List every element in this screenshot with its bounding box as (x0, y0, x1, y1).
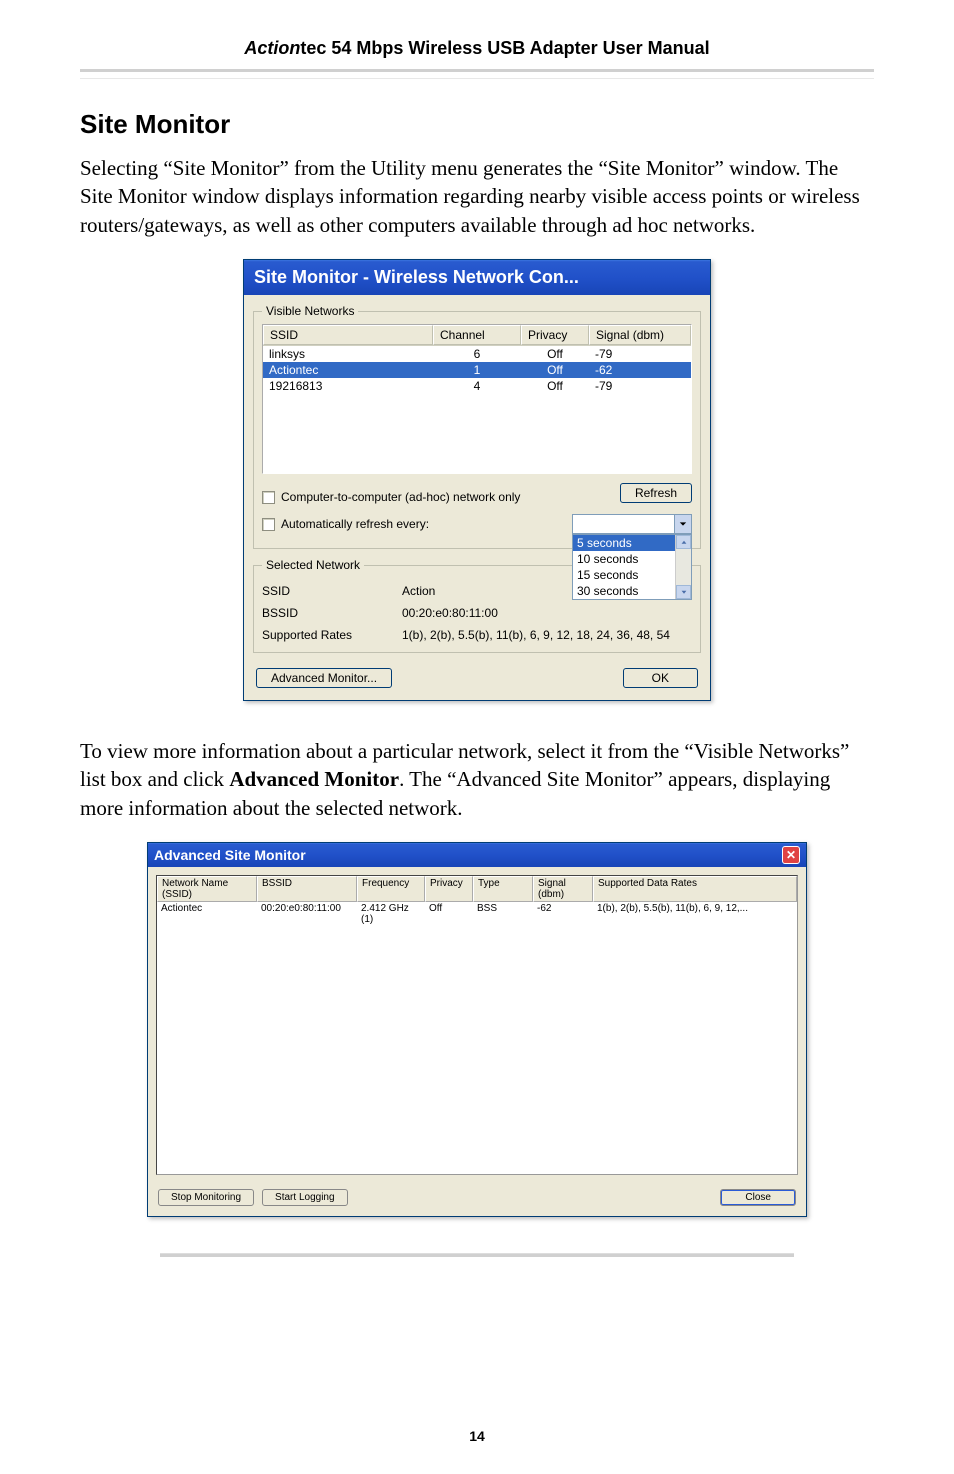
dropdown-item[interactable]: 30 seconds (573, 583, 691, 599)
adhoc-label: Computer-to-computer (ad-hoc) network on… (281, 490, 520, 504)
list-item[interactable]: Actiontec 1 Off -62 (263, 362, 691, 378)
dropdown-item[interactable]: 10 seconds (573, 551, 691, 567)
col-signal[interactable]: Signal (dbm) (533, 876, 593, 902)
col-rates[interactable]: Supported Data Rates (593, 876, 797, 902)
stop-monitoring-button[interactable]: Stop Monitoring (158, 1189, 254, 1206)
list-header: SSID Channel Privacy Signal (dbm) (263, 325, 691, 346)
dropdown-scrollbar[interactable] (675, 535, 691, 599)
advanced-monitor-button[interactable]: Advanced Monitor... (256, 668, 392, 688)
col-signal[interactable]: Signal (dbm) (589, 325, 691, 345)
scroll-down-icon[interactable] (676, 585, 691, 599)
ssid-label: SSID (262, 584, 402, 598)
close-button[interactable]: Close (720, 1189, 796, 1206)
ok-button[interactable]: OK (623, 668, 698, 688)
bssid-label: BSSID (262, 606, 402, 620)
manual-header: Actiontec 54 Mbps Wireless USB Adapter U… (80, 0, 874, 72)
adhoc-checkbox[interactable] (262, 491, 275, 504)
visible-networks-group: Visible Networks SSID Channel Privacy Si… (253, 304, 701, 549)
scroll-up-icon[interactable] (676, 535, 691, 549)
brand-rest: tec 54 Mbps Wireless USB Adapter User Ma… (300, 38, 709, 58)
auto-refresh-label: Automatically refresh every: (281, 517, 429, 531)
bssid-value: 00:20:e0:80:11:00 (402, 606, 692, 620)
page-number: 14 (0, 1428, 954, 1444)
window-title: Site Monitor - Wireless Network Con... (244, 260, 710, 295)
rates-value: 1(b), 2(b), 5.5(b), 11(b), 6, 9, 12, 18,… (402, 628, 692, 642)
close-icon[interactable]: ✕ (782, 846, 800, 864)
chevron-down-icon[interactable] (674, 515, 691, 533)
rates-label: Supported Rates (262, 628, 402, 642)
col-ssid[interactable]: SSID (263, 325, 433, 345)
col-privacy[interactable]: Privacy (425, 876, 473, 902)
selected-network-legend: Selected Network (262, 558, 364, 572)
brand-italic: Action (244, 38, 300, 58)
auto-refresh-checkbox[interactable] (262, 518, 275, 531)
list-item[interactable]: 19216813 4 Off -79 (263, 378, 691, 394)
dropdown-item[interactable]: 15 seconds (573, 567, 691, 583)
advanced-site-monitor-window: Advanced Site Monitor ✕ Network Name (SS… (147, 842, 807, 1217)
window-title: Advanced Site Monitor (154, 847, 306, 863)
section-title: Site Monitor (80, 109, 874, 140)
dropdown-item[interactable]: 5 seconds (573, 535, 691, 551)
col-frequency[interactable]: Frequency (357, 876, 425, 902)
advanced-listbox[interactable]: Network Name (SSID) BSSID Frequency Priv… (156, 875, 798, 1175)
list-item[interactable]: linksys 6 Off -79 (263, 346, 691, 362)
list-item[interactable]: Actiontec 00:20:e0:80:11:00 2.412 GHz (1… (157, 902, 797, 926)
networks-listbox[interactable]: SSID Channel Privacy Signal (dbm) linksy… (262, 324, 692, 474)
refresh-interval-dropdown[interactable]: 5 seconds 10 seconds 15 seconds 30 secon… (572, 514, 692, 534)
list-header: Network Name (SSID) BSSID Frequency Priv… (157, 876, 797, 902)
refresh-button[interactable]: Refresh (620, 483, 692, 503)
visible-networks-legend: Visible Networks (262, 304, 358, 318)
col-network-name[interactable]: Network Name (SSID) (157, 876, 257, 902)
adhoc-checkbox-row: Computer-to-computer (ad-hoc) network on… (262, 490, 520, 504)
col-bssid[interactable]: BSSID (257, 876, 357, 902)
dropdown-list[interactable]: 5 seconds 10 seconds 15 seconds 30 secon… (572, 534, 692, 600)
footer-rule (160, 1253, 794, 1257)
start-logging-button[interactable]: Start Logging (262, 1189, 348, 1206)
advanced-paragraph: To view more information about a particu… (80, 737, 874, 822)
col-privacy[interactable]: Privacy (521, 325, 589, 345)
intro-paragraph: Selecting “Site Monitor” from the Utilit… (80, 154, 874, 239)
col-type[interactable]: Type (473, 876, 533, 902)
site-monitor-window: Site Monitor - Wireless Network Con... V… (243, 259, 711, 701)
col-channel[interactable]: Channel (433, 325, 521, 345)
header-rule (80, 78, 874, 79)
